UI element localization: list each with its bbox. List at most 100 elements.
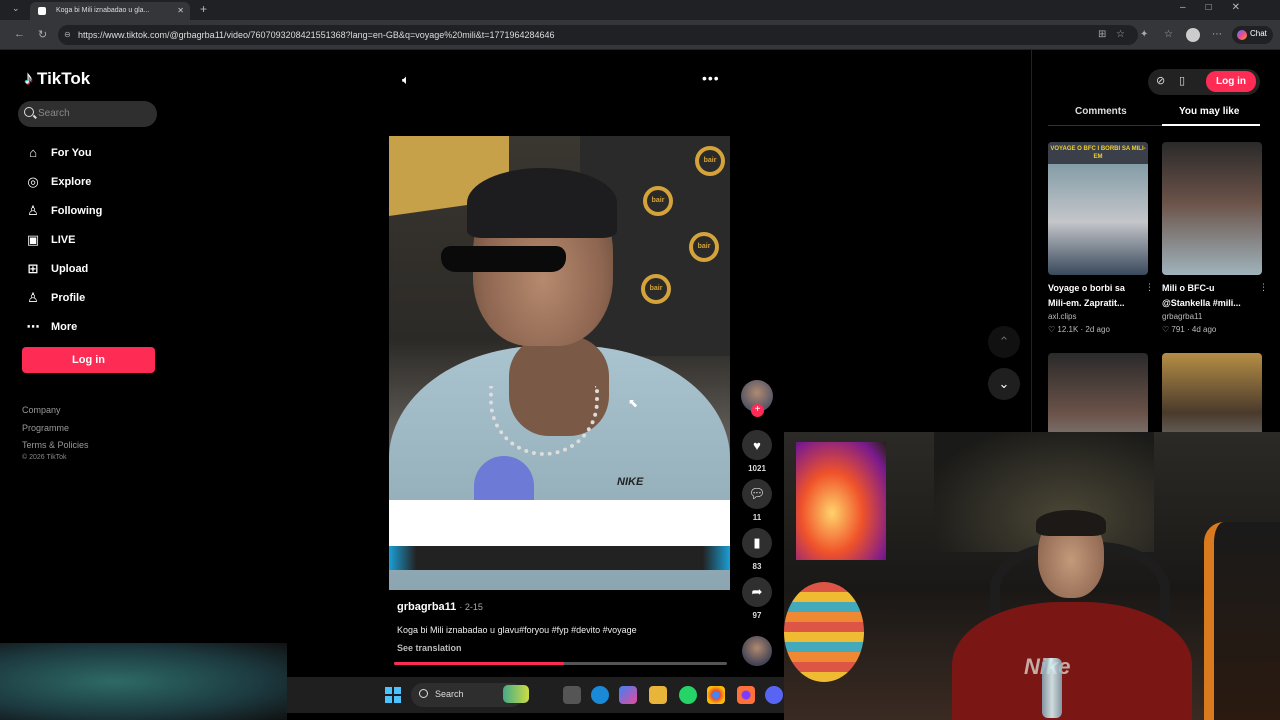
- chrome-icon[interactable]: [707, 686, 725, 704]
- footer-link-company[interactable]: Company: [22, 402, 89, 420]
- share-arrow-icon[interactable]: ➦: [742, 577, 772, 607]
- see-translation-link[interactable]: See translation: [397, 643, 462, 653]
- mouse-cursor-icon: ⬉: [628, 396, 639, 410]
- suggested-video-card[interactable]: VOYAGE O BFC I BORBI SA MILI-EM Voyage o…: [1048, 142, 1154, 337]
- search-icon: [24, 107, 34, 117]
- search-highlight-icon: [503, 685, 529, 703]
- like-count: 1021: [748, 464, 766, 473]
- card-title[interactable]: Voyage o borbi sa Mili-em. Zapratit...: [1048, 281, 1144, 311]
- browser-menu-icon[interactable]: ⋯: [1212, 29, 1222, 40]
- reload-icon[interactable]: ↻: [38, 28, 47, 41]
- tab-you-may-like[interactable]: You may like: [1179, 106, 1239, 117]
- bookmark-icon[interactable]: ▮: [742, 528, 772, 558]
- sidebar-login-button[interactable]: Log in: [22, 347, 155, 373]
- copilot-app-icon[interactable]: [619, 686, 637, 704]
- sidebar-nav: ⌂ For You ◎ Explore ♙ Following ▣ LIVE ⊞ Uplo…: [24, 138, 103, 341]
- video-thumbnail[interactable]: VOYAGE O BFC I BORBI SA MILI-EM: [1048, 142, 1148, 275]
- copilot-chat-button[interactable]: Chat: [1232, 26, 1273, 44]
- windows-taskbar: Search: [287, 677, 784, 713]
- edge-browser-icon[interactable]: [591, 686, 609, 704]
- close-tab-icon[interactable]: ✕: [177, 6, 184, 15]
- creator-avatar[interactable]: +: [741, 380, 773, 417]
- webcam-inflatable-ball: [784, 582, 864, 682]
- next-video-button[interactable]: ⌄: [988, 368, 1020, 400]
- heart-outline-icon: ♡: [1048, 325, 1056, 334]
- search-input[interactable]: Search: [18, 101, 157, 127]
- caption-username[interactable]: grbagrba11 · 2-15: [397, 601, 483, 613]
- whatsapp-icon[interactable]: [679, 686, 697, 704]
- card-title[interactable]: Mili o BFC-u @Stankella #mili...: [1162, 281, 1258, 311]
- card-author[interactable]: grbagrba11: [1162, 311, 1262, 323]
- sound-avatar[interactable]: [742, 636, 772, 666]
- taskbar-search[interactable]: Search: [411, 683, 529, 707]
- sidebar-item-following[interactable]: ♙ Following: [24, 196, 102, 225]
- live-tv-icon: ▣: [26, 231, 40, 247]
- follow-plus-icon[interactable]: +: [751, 404, 764, 417]
- volume-icon[interactable]: 🔈︎: [402, 72, 410, 88]
- task-view-icon[interactable]: [563, 686, 581, 704]
- taskbar-search-label: Search: [435, 689, 464, 699]
- search-placeholder: Search: [38, 108, 70, 119]
- collections-icon[interactable]: ☆: [1164, 29, 1173, 40]
- card-more-icon[interactable]: ⋮: [1145, 282, 1154, 293]
- top-login-button[interactable]: Log in: [1206, 71, 1256, 92]
- comment-icon[interactable]: 💬︎: [742, 479, 772, 509]
- device-icon[interactable]: ▯: [1179, 74, 1185, 87]
- tiktok-logo[interactable]: ♪ TikTok: [24, 68, 90, 89]
- more-options-icon[interactable]: •••: [702, 70, 720, 86]
- suggested-video-card[interactable]: Mili o BFC-u @Stankella #mili... grbagrb…: [1162, 142, 1268, 337]
- sidebar-item-profile[interactable]: ♙ Profile: [24, 283, 102, 312]
- webcam-person-shirt: [952, 602, 1192, 720]
- new-tab-icon[interactable]: +: [200, 2, 207, 16]
- sidebar-item-for-you[interactable]: ⌂ For You: [24, 138, 102, 167]
- firefox-icon[interactable]: [737, 686, 755, 704]
- heart-outline-icon: ♡: [1162, 325, 1170, 334]
- sidebar-item-label: Explore: [51, 175, 92, 188]
- browser-tab[interactable]: Koga bi Mili iznabadao u gla... ✕: [30, 2, 190, 20]
- video-progress-bar[interactable]: [394, 662, 727, 665]
- tab-menu-icon[interactable]: ⌄: [12, 3, 20, 14]
- blurred-overlay: [0, 643, 287, 720]
- username-text: grbagrba11: [397, 601, 457, 613]
- user-follow-icon: ♙: [27, 202, 39, 218]
- video-person-beanie: [467, 168, 617, 238]
- sidebar-item-live[interactable]: ▣ LIVE: [24, 225, 102, 254]
- compass-small-icon[interactable]: ⊘: [1156, 74, 1165, 87]
- video-player[interactable]: bair bair bair bair NIKE: [389, 136, 730, 590]
- action-rail: + ♥ 1021 💬︎ 11 ▮ 83 ➦ 97: [740, 380, 774, 626]
- video-lower-bar: [389, 546, 730, 570]
- footer-link-terms[interactable]: Terms & Policies: [22, 437, 89, 455]
- browser-tabstrip: ⌄ Koga bi Mili iznabadao u gla... ✕ + –□…: [0, 0, 1280, 20]
- sidebar-item-label: LIVE: [51, 233, 76, 246]
- sidebar-item-label: Profile: [51, 291, 86, 304]
- home-icon: ⌂: [29, 145, 37, 160]
- card-more-icon[interactable]: ⋮: [1259, 282, 1268, 293]
- url-field[interactable]: ⊖ https://www.tiktok.com/@grbagrba11/vid…: [58, 25, 1138, 45]
- file-explorer-icon[interactable]: [649, 686, 667, 704]
- save-count: 83: [752, 562, 762, 571]
- copyright-text: © 2026 TikTok: [22, 454, 67, 461]
- sidebar-item-upload[interactable]: ⊞ Upload: [24, 254, 102, 283]
- like-heart-icon[interactable]: ♥: [742, 430, 772, 460]
- browser-profile-avatar[interactable]: [1186, 28, 1200, 42]
- footer-link-programme[interactable]: Programme: [22, 420, 89, 438]
- compass-icon: ◎: [27, 173, 39, 189]
- sidebar-item-more[interactable]: ⋯ More: [24, 312, 102, 341]
- app-install-icon[interactable]: ⊞: [1098, 29, 1106, 40]
- back-icon[interactable]: ←: [14, 28, 25, 40]
- favorite-star-icon[interactable]: ☆: [1116, 29, 1125, 40]
- video-thumbnail[interactable]: [1162, 142, 1262, 275]
- card-likes: 791: [1171, 325, 1185, 334]
- video-caption-bar: [389, 500, 730, 546]
- sidebar-item-explore[interactable]: ◎ Explore: [24, 167, 102, 196]
- card-author[interactable]: axl.clips: [1048, 311, 1148, 323]
- window-controls[interactable]: –□✕: [1180, 2, 1260, 13]
- previous-video-button[interactable]: ⌃: [988, 326, 1020, 358]
- post-date: · 2-15: [459, 602, 483, 612]
- tab-comments[interactable]: Comments: [1075, 106, 1127, 117]
- windows-start-icon[interactable]: [385, 687, 401, 703]
- discord-icon[interactable]: [765, 686, 783, 704]
- active-tab-indicator: [1162, 124, 1260, 126]
- extensions-icon[interactable]: ✦: [1140, 29, 1148, 40]
- site-info-icon[interactable]: ⊖: [64, 30, 71, 39]
